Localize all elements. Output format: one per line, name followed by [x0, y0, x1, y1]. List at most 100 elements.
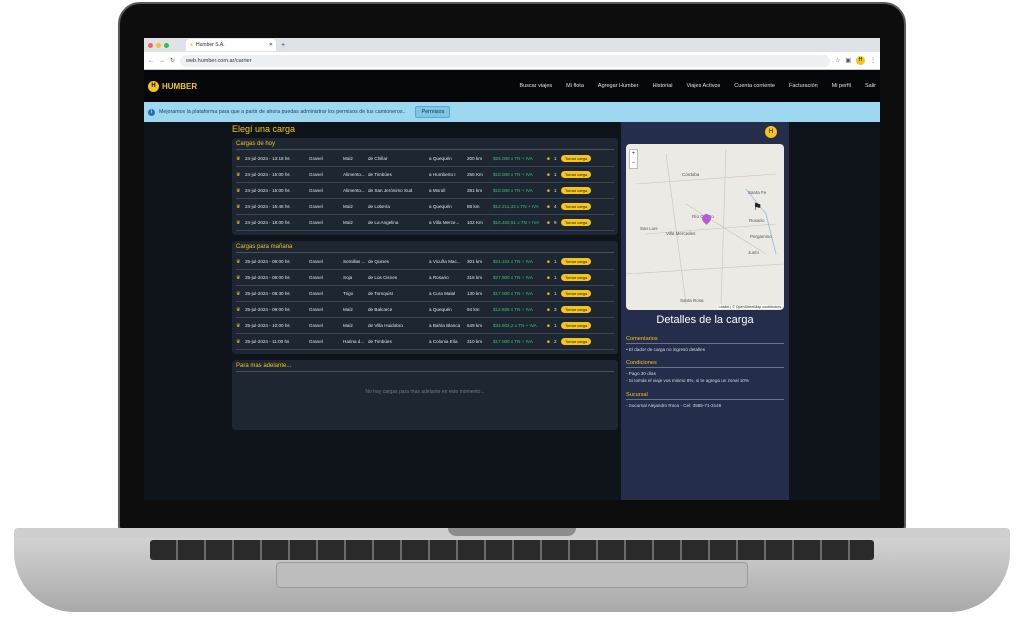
load-row[interactable]: ♛ 25-jul-2024 - 08:00 hs Granel Semillas ..…: [236, 254, 614, 270]
load-quantity: 9: [554, 220, 557, 225]
take-load-button[interactable]: Tomar carga: [561, 187, 592, 194]
app-header: H HUMBER Buscar viajes Mi flota Agregar Hu…: [144, 70, 880, 102]
take-load-button[interactable]: Tomar carga: [561, 219, 592, 226]
load-distance: 381 km: [467, 188, 483, 193]
laptop-touchpad: [276, 562, 748, 588]
load-quantity: 1: [554, 291, 557, 296]
truck-icon: ■: [547, 307, 550, 312]
condition-line: - Pago 30 días: [626, 371, 656, 376]
nav-link[interactable]: Buscar viajes: [519, 83, 552, 89]
map-attribution[interactable]: Leaflet | © OpenStreetMap contributors: [717, 305, 782, 309]
nav-link[interactable]: Mi perfil: [832, 83, 851, 89]
take-load-button[interactable]: Tomar carga: [561, 171, 592, 178]
load-quantity: 2: [554, 339, 557, 344]
close-tab-icon[interactable]: ✕: [269, 42, 273, 48]
load-row[interactable]: ♛ 25-jul-2024 - 08:30 hs Granel Trigo de Tor…: [236, 286, 614, 302]
maximize-window-dot[interactable]: [164, 42, 169, 48]
zoom-controls: + −: [629, 149, 638, 169]
load-date: 24-jul-2024 - 15:00 hs: [245, 188, 290, 193]
profile-avatar[interactable]: H: [856, 56, 865, 65]
take-load-button[interactable]: Tomar carga: [561, 322, 592, 329]
load-distance: 130 km: [467, 291, 483, 296]
forward-icon[interactable]: →: [159, 58, 165, 64]
bookmark-star-icon[interactable]: ☆: [835, 57, 840, 64]
load-quantity: 1: [554, 275, 557, 280]
load-distance: 316 km: [467, 275, 483, 280]
close-window-dot[interactable]: [148, 42, 153, 48]
load-detail-panel: H + − Córdoba Santa Fe Río Cuarto San Lu…: [621, 122, 789, 500]
take-load-button[interactable]: Tomar carga: [561, 338, 592, 345]
detail-title: Detalles de la carga: [656, 314, 754, 326]
load-quantity: 1: [554, 259, 557, 264]
banner-message: Mejoramos la plataforma para que a parti…: [159, 109, 406, 115]
load-destination: a Morull: [429, 188, 446, 193]
load-origin: de Balcarce: [368, 307, 393, 312]
load-destination: a Vicuña Mac...: [429, 259, 461, 264]
humber-badge-icon: H: [765, 126, 777, 138]
permisos-button[interactable]: Permisos: [415, 106, 451, 118]
destination-flag-icon[interactable]: ⚑: [753, 202, 762, 213]
load-product: Semillas ...: [343, 259, 366, 264]
load-price: $18.000 x TN + IVA: [493, 188, 533, 193]
page-title: Elegí una carga: [232, 124, 296, 134]
load-quantity: 1: [554, 156, 557, 161]
load-type: Granel: [309, 204, 323, 209]
zoom-out-icon[interactable]: −: [630, 159, 637, 168]
load-row[interactable]: ♛ 25-jul-2024 - 11:00 hs Granel Harina d...…: [236, 334, 614, 350]
load-quantity: 4: [554, 204, 557, 209]
load-price: $12.211,33 x TN + IVA: [493, 204, 539, 209]
load-row[interactable]: ♛ 24-jul-2024 - 18:00 hs Granel Maíz de La A…: [236, 215, 614, 231]
new-tab-icon[interactable]: +: [281, 42, 285, 49]
load-distance: 88 km: [467, 204, 480, 209]
load-destination: a Quequén: [429, 307, 452, 312]
reload-icon[interactable]: ↻: [170, 57, 175, 64]
loads-section-title: Cargas para mañana: [236, 244, 614, 253]
nav-link[interactable]: Facturación: [789, 83, 818, 89]
extensions-icon[interactable]: ▣: [845, 57, 851, 64]
load-type: Granel: [309, 156, 323, 161]
nav-link[interactable]: Cuenta corriente: [734, 83, 775, 89]
take-load-button[interactable]: Tomar carga: [561, 203, 592, 210]
load-row[interactable]: ♛ 25-jul-2024 - 10:00 hs Granel Maíz de Vill…: [236, 318, 614, 334]
take-load-button[interactable]: Tomar carga: [561, 155, 592, 162]
truck-icon: ■: [547, 156, 550, 161]
load-price: $34.802,2 x TN + IVA: [493, 323, 537, 328]
take-load-button[interactable]: Tomar carga: [561, 274, 592, 281]
load-distance: 549 km: [467, 323, 483, 328]
zoom-in-icon[interactable]: +: [630, 150, 637, 159]
load-row[interactable]: ♛ 24-jul-2024 - 15:00 hs Granel Alimento...…: [236, 183, 614, 199]
nav-link[interactable]: Salir: [865, 83, 876, 89]
load-row[interactable]: ♛ 24-jul-2024 - 15:46 hs Granel Maíz de Lobe…: [236, 199, 614, 215]
back-icon[interactable]: ←: [148, 58, 154, 64]
load-row[interactable]: ♛ 25-jul-2024 - 09:00 hs Granel Maíz de Balc…: [236, 302, 614, 318]
load-row[interactable]: ♛ 24-jul-2024 - 15:00 hs Granel Alimento...…: [236, 167, 614, 183]
load-date: 24-jul-2024 - 15:00 hs: [245, 172, 290, 177]
nav-link[interactable]: Viajes Activos: [686, 83, 720, 89]
browser-menu-icon[interactable]: ⋮: [870, 57, 876, 64]
later-loads-title: Para mas adelante...: [236, 363, 614, 372]
map-label: Junín: [748, 250, 760, 255]
nav-link[interactable]: Mi flota: [566, 83, 584, 89]
load-row[interactable]: ♛ 24-jul-2024 - 13:18 hs Granel Maíz de Chil…: [236, 151, 614, 167]
take-load-button[interactable]: Tomar carga: [561, 290, 592, 297]
later-loads-empty-message: No hay cargas para mas adelante en este …: [365, 389, 485, 395]
load-product: Maíz: [343, 204, 353, 209]
laptop-hinge: [448, 528, 576, 536]
humber-logo[interactable]: H HUMBER: [148, 80, 197, 92]
load-row[interactable]: ♛ 25-jul-2024 - 08:00 hs Granel Soja de Los …: [236, 270, 614, 286]
load-origin: de Timbúes: [368, 339, 392, 344]
url-field[interactable]: web.humber.com.ar/carrier: [180, 54, 830, 67]
map-label: Villa Mercedes: [666, 231, 696, 236]
nav-link[interactable]: Agregar Humber: [598, 83, 639, 89]
browser-tab[interactable]: ● Humber S.A. ✕: [186, 39, 276, 51]
take-load-button[interactable]: Tomar carga: [561, 258, 592, 265]
tab-title: Humber S.A.: [196, 42, 225, 48]
route-map[interactable]: + − Córdoba Santa Fe Río Cuarto San Luis…: [626, 144, 784, 310]
load-price: $18.000 x TN + IVA: [493, 172, 533, 177]
comments-section: Comentarios • El dador de carga no ingre…: [626, 336, 784, 353]
minimize-window-dot[interactable]: [156, 42, 161, 48]
laptop-screen: ● Humber S.A. ✕ + ← → ↻ web.humber.com.a…: [144, 38, 880, 500]
nav-link[interactable]: Historial: [653, 83, 673, 89]
load-destination: a Villa Merce...: [429, 220, 460, 225]
take-load-button[interactable]: Tomar carga: [561, 306, 592, 313]
